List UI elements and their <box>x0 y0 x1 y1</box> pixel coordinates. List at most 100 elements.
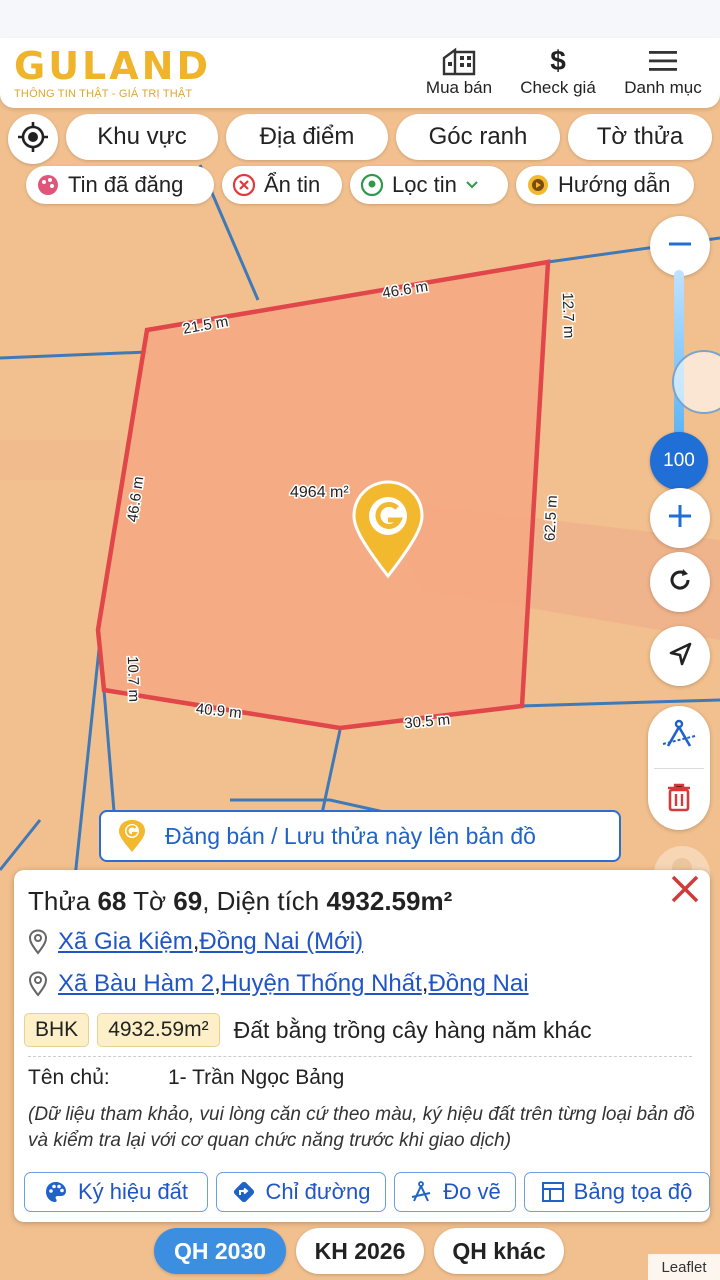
address-old: Xã Bàu Hàm 2, Huyện Thống Nhất, Đồng Nai <box>28 970 529 998</box>
directions-button[interactable]: Chỉ đường <box>216 1172 386 1212</box>
guland-marker-icon <box>115 819 149 853</box>
province-link[interactable]: Đồng Nai <box>428 970 528 998</box>
post-parcel-button[interactable]: Đăng bán / Lưu thửa này lên bản đồ <box>99 810 621 862</box>
parcel-info-panel: Thửa 68 Tờ 69, Diện tích 4932.59m² Xã Gi… <box>14 870 710 1222</box>
zoom-out-button[interactable] <box>650 216 710 276</box>
navigate-button[interactable] <box>650 626 710 686</box>
dollar-icon: $ <box>550 45 566 76</box>
nav-label: Check giá <box>520 78 596 97</box>
action-label: Ký hiệu đất <box>77 1179 189 1204</box>
edge-label: 12.7 m <box>559 292 578 338</box>
land-symbol-button[interactable]: Ký hiệu đất <box>24 1172 208 1212</box>
close-icon <box>670 874 700 909</box>
measure-button[interactable]: Đo vẽ <box>394 1172 516 1212</box>
play-circle-icon <box>526 173 550 197</box>
menu-icon <box>648 44 678 78</box>
zoom-level-badge: 100 <box>650 432 708 490</box>
draw-tools-group <box>648 706 710 830</box>
nav-label: Mua bán <box>425 78 493 97</box>
land-code-badge: BHK <box>24 1013 90 1047</box>
compass-icon <box>660 718 698 757</box>
district-link[interactable]: Huyện Thống Nhất <box>221 970 422 998</box>
title-prefix: Thửa <box>28 886 98 916</box>
status-bar <box>0 0 720 38</box>
chevron-down-icon <box>465 180 479 190</box>
minus-icon <box>667 231 693 262</box>
chip-label: Hướng dẫn <box>558 172 671 197</box>
action-label: Bảng tọa độ <box>573 1179 693 1204</box>
zoom-slider-track[interactable] <box>674 270 684 440</box>
action-buttons: Ký hiệu đất Chỉ đường Đo vẽ Bảng tọa độ <box>24 1172 710 1214</box>
coordinate-table-button[interactable]: Bảng tọa độ <box>524 1172 710 1212</box>
zoom-in-button[interactable] <box>650 488 710 548</box>
refresh-button[interactable] <box>650 552 710 612</box>
table-icon <box>541 1182 564 1202</box>
refresh-icon <box>666 566 694 599</box>
delete-button[interactable] <box>648 768 710 830</box>
close-panel-button[interactable] <box>668 874 702 908</box>
land-type-row: BHK 4932.59m² Đất bằng trồng cây hàng nă… <box>24 1013 592 1047</box>
land-area-badge: 4932.59m² <box>97 1013 220 1047</box>
edge-label: 62.5 m <box>541 495 560 542</box>
logo-tagline: THÔNG TIN THẬT - GIÁ TRỊ THẬT <box>14 88 193 100</box>
chip-label: Ẩn tin <box>264 172 321 197</box>
chip-tin-da-dang[interactable]: Tin đã đăng <box>26 166 214 204</box>
commune-link[interactable]: Xã Bàu Hàm 2 <box>58 970 214 998</box>
location-pin-icon <box>28 929 48 955</box>
sheet-number: 69 <box>173 886 203 916</box>
my-location-button[interactable] <box>8 114 58 164</box>
parcel-title: Thửa 68 Tờ 69, Diện tích 4932.59m² <box>28 886 452 917</box>
plot-number: 68 <box>97 886 127 916</box>
action-label: Đo vẽ <box>443 1179 501 1204</box>
palette-icon <box>44 1180 68 1204</box>
owner-label: Tên chủ: <box>28 1066 110 1089</box>
chip-loc-tin[interactable]: Lọc tin <box>350 166 508 204</box>
logo[interactable]: GULAND THÔNG TIN THẬT - GIÁ TRỊ THẬT <box>14 46 211 100</box>
land-description: Đất bằng trồng cây hàng năm khác <box>233 1016 592 1043</box>
nav-label: Danh mục <box>624 78 702 97</box>
crosshair-icon <box>17 121 49 158</box>
filter-dia-diem[interactable]: Địa điểm <box>226 114 388 160</box>
trash-icon <box>666 782 692 817</box>
building-icon <box>441 44 477 78</box>
nav-mua-ban[interactable]: Mua bán <box>420 44 498 98</box>
nav-check-gia[interactable]: $ Check giá <box>514 44 602 98</box>
navigation-arrow-icon <box>666 640 694 673</box>
location-pin-icon <box>28 971 48 997</box>
address-new: Xã Gia Kiệm, Đồng Nai (Mới) <box>28 928 363 956</box>
owner-row: Tên chủ: 1- Trần Ngọc Bảng <box>28 1066 344 1090</box>
post-parcel-label: Đăng bán / Lưu thửa này lên bản đồ <box>165 822 536 849</box>
commune-link[interactable]: Xã Gia Kiệm <box>58 928 193 956</box>
nav-danh-muc[interactable]: Danh mục <box>618 44 708 98</box>
tab-kh-2026[interactable]: KH 2026 <box>296 1228 424 1274</box>
measure-tool-button[interactable] <box>648 706 710 768</box>
address-sep: , <box>214 970 221 997</box>
disclaimer-note: (Dữ liệu tham khảo, vui lòng căn cứ theo… <box>28 1104 695 1151</box>
action-label: Chỉ đường <box>265 1179 371 1204</box>
parcel-area: 4932.59m² <box>326 886 453 916</box>
divider <box>28 1056 692 1057</box>
province-link[interactable]: Đồng Nai (Mới) <box>199 928 363 956</box>
chip-an-tin[interactable]: Ẩn tin <box>222 166 342 204</box>
location-pin-icon <box>360 173 384 197</box>
close-circle-icon <box>232 173 256 197</box>
filter-khu-vuc[interactable]: Khu vực <box>66 114 218 160</box>
plus-icon <box>667 503 693 534</box>
compass-icon <box>409 1180 433 1204</box>
map-attribution[interactable]: Leaflet <box>648 1254 720 1280</box>
filter-to-thua[interactable]: Tờ thửa <box>568 114 712 160</box>
owner-value: 1- Trần Ngọc Bảng <box>168 1066 345 1089</box>
chip-label: Lọc tin <box>392 172 457 197</box>
app-header: GULAND THÔNG TIN THẬT - GIÁ TRỊ THẬT Mua… <box>0 38 720 108</box>
palette-icon <box>36 173 60 197</box>
title-mid: Tờ <box>126 886 174 916</box>
address-sep: , <box>421 970 429 997</box>
filter-goc-ranh[interactable]: Góc ranh <box>396 114 560 160</box>
chip-label: Tin đã đăng <box>68 172 184 197</box>
tab-qh-khac[interactable]: QH khác <box>434 1228 564 1274</box>
edge-label: 10.7 m <box>124 656 143 702</box>
directions-icon <box>232 1180 256 1204</box>
tab-qh-2030[interactable]: QH 2030 <box>154 1228 286 1274</box>
chip-huong-dan[interactable]: Hướng dẫn <box>516 166 694 204</box>
area-label: 4964 m² <box>290 484 349 501</box>
